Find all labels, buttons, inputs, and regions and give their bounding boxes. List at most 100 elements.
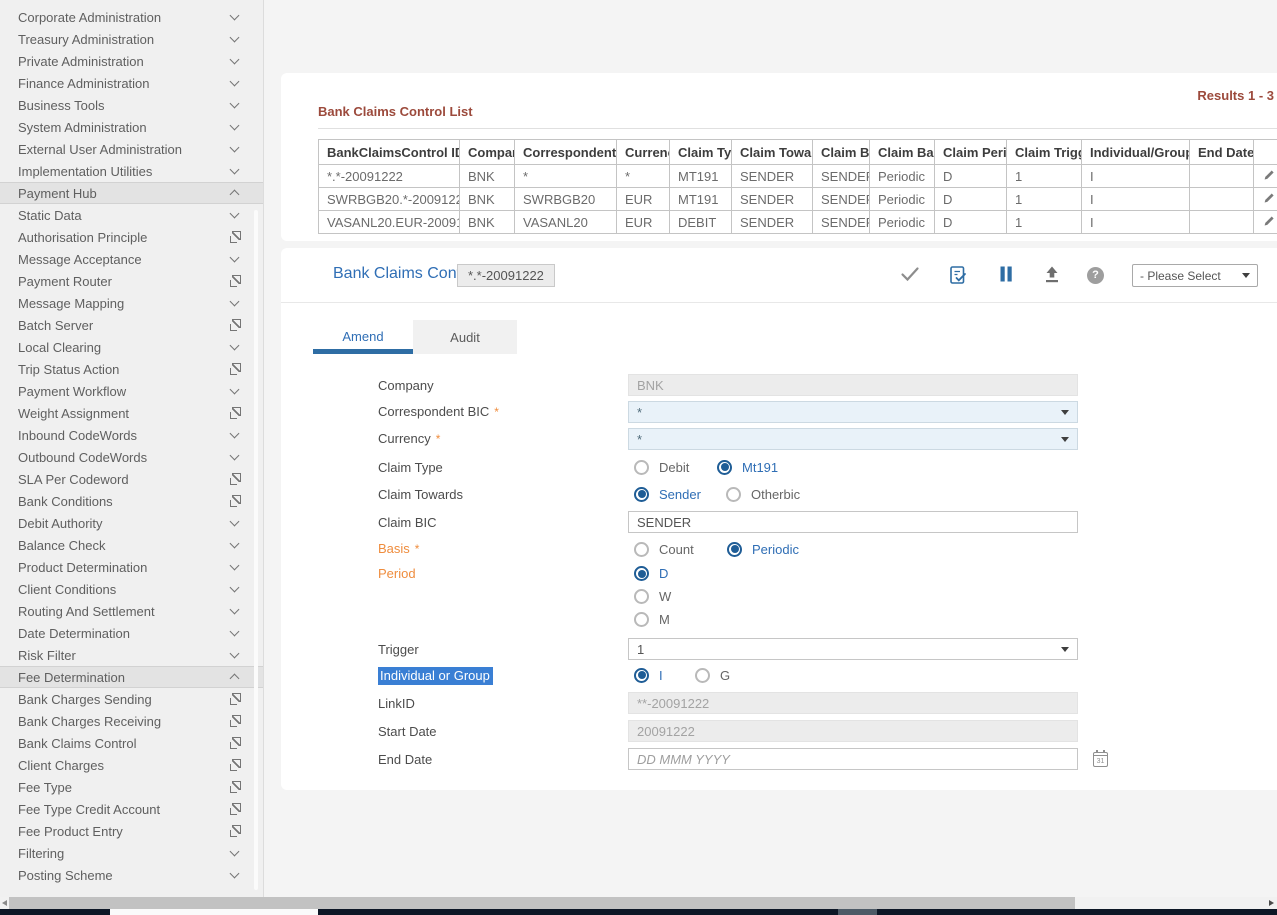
sidebar-item[interactable]: Client Charges [0,754,263,776]
open-new-icon [229,231,241,243]
sidebar-item[interactable]: Bank Charges Sending [0,688,263,710]
sidebar-item[interactable]: System Administration [0,116,263,138]
sidebar-item[interactable]: Message Mapping [0,292,263,314]
radio-group[interactable]: G [695,668,730,683]
radio-individual[interactable]: I [634,668,695,683]
radio-circle-icon [634,566,649,581]
dropdown-caret-icon [1061,437,1069,442]
sidebar-item[interactable]: Inbound CodeWords [0,424,263,446]
field-currency: Currency* * [378,428,1078,450]
radio-circle-icon [634,612,649,627]
radio-label: Mt191 [742,460,778,475]
currency-select[interactable]: * [628,428,1078,450]
radio-period-m[interactable]: M [634,612,671,627]
sidebar-item[interactable]: Business Tools [0,94,263,116]
column-header: Individual/Group Ind [1082,140,1190,165]
sidebar-item[interactable]: Local Clearing [0,336,263,358]
sidebar-item[interactable]: Payment Workflow [0,380,263,402]
sidebar-item[interactable]: Fee Type [0,776,263,798]
sidebar-item[interactable]: Client Conditions [0,578,263,600]
scroll-right-arrow-icon[interactable] [1269,900,1274,906]
sidebar-item[interactable]: Risk Filter [0,644,263,666]
open-new-icon [229,407,241,419]
verify-document-button[interactable] [947,265,969,285]
sidebar-item[interactable]: Authorisation Principle [0,226,263,248]
sidebar-item[interactable]: Static Data [0,204,263,226]
pause-icon [997,265,1015,283]
radio-period-d[interactable]: D [634,566,671,581]
column-header: Claim BIC [813,140,870,165]
sidebar-item[interactable]: Product Determination [0,556,263,578]
radio-period-w[interactable]: W [634,589,671,604]
sidebar-item[interactable]: External User Administration [0,138,263,160]
radio-sender[interactable]: Sender [634,487,726,502]
column-header: Claim Towards [732,140,813,165]
claim-bic-input[interactable] [628,511,1078,533]
pause-button[interactable] [995,265,1017,285]
sidebar-item[interactable]: Date Determination [0,622,263,644]
sidebar-item[interactable]: Fee Type Credit Account [0,798,263,820]
sidebar-item[interactable]: Filtering [0,842,263,864]
chevron-down-icon [229,121,241,133]
sidebar-item[interactable]: Bank Claims Control [0,732,263,754]
cell-claim-period: D [935,188,1007,211]
sidebar-item[interactable]: Payment Router [0,270,263,292]
horizontal-scrollbar-thumb[interactable] [9,897,1075,909]
radio-count[interactable]: Count [634,542,727,557]
correspondent-bic-select[interactable]: * [628,401,1078,423]
cell-claim-type: MT191 [670,188,732,211]
sidebar-item[interactable]: Message Acceptance [0,248,263,270]
sidebar-item[interactable]: Outbound CodeWords [0,446,263,468]
cell-id: VASANL20.EUR-20091223 [319,211,460,234]
field-correspondent-bic: Correspondent BIC* * [378,401,1078,423]
sidebar-item[interactable]: Payment Hub [0,182,263,204]
sidebar-item[interactable]: Bank Charges Receiving [0,710,263,732]
sidebar-item[interactable]: Private Administration [0,50,263,72]
radio-mt191[interactable]: Mt191 [717,460,778,475]
cell-claim-towards: SENDER [732,165,813,188]
sidebar-item[interactable]: Finance Administration [0,72,263,94]
sidebar-item[interactable]: Fee Determination [0,666,263,688]
sidebar-item[interactable]: Weight Assignment [0,402,263,424]
column-header: Claim Trigger [1007,140,1082,165]
sidebar-item-label: Private Administration [18,54,144,69]
radio-debit[interactable]: Debit [634,460,717,475]
correspondent-bic-value: * [637,405,642,420]
trigger-select[interactable]: 1 [628,638,1078,660]
sidebar-item[interactable]: SLA Per Codeword [0,468,263,490]
list-title: Bank Claims Control List [318,104,473,119]
table-header-row: BankClaimsControl IDCompanyCorrespondent… [319,140,1277,165]
sidebar-item[interactable]: Balance Check [0,534,263,556]
radio-periodic[interactable]: Periodic [727,542,799,557]
individual-group-radio-group: I G [634,668,730,683]
action-select[interactable]: - Please Select [1132,264,1258,287]
sidebar-item[interactable]: Routing And Settlement [0,600,263,622]
calendar-icon[interactable]: 31 [1093,752,1108,767]
sidebar-item[interactable]: Bank Conditions [0,490,263,512]
cell-claim-type: MT191 [670,165,732,188]
sidebar-item[interactable]: Trip Status Action [0,358,263,380]
sidebar-item[interactable]: Fee Product Entry [0,820,263,842]
end-date-input[interactable] [628,748,1078,770]
sidebar-item-label: Payment Hub [18,186,97,201]
edit-pencil-icon[interactable] [1262,214,1276,228]
horizontal-scrollbar[interactable] [0,897,1277,909]
sidebar-scrollbar[interactable] [254,210,258,890]
radio-otherbic[interactable]: Otherbic [726,487,800,502]
sidebar-item[interactable]: Corporate Administration [0,6,263,28]
confirm-check-button[interactable] [899,265,921,285]
sidebar-item[interactable]: Debit Authority [0,512,263,534]
sidebar-item[interactable]: Batch Server [0,314,263,336]
edit-pencil-icon[interactable] [1262,191,1276,205]
sidebar-item[interactable]: Posting Scheme [0,864,263,886]
edit-pencil-icon[interactable] [1262,168,1276,182]
field-label: Claim BIC [378,515,628,530]
sidebar-item[interactable]: Implementation Utilities [0,160,263,182]
sidebar-item[interactable]: Treasury Administration [0,28,263,50]
help-icon[interactable]: ? [1087,267,1104,284]
scroll-left-arrow-icon[interactable] [2,900,7,906]
tab-audit[interactable]: Audit [413,320,517,354]
field-individual-or-group: Individual or Group I G [378,664,730,686]
cell-company: BNK [460,165,515,188]
upload-button[interactable] [1041,265,1063,285]
